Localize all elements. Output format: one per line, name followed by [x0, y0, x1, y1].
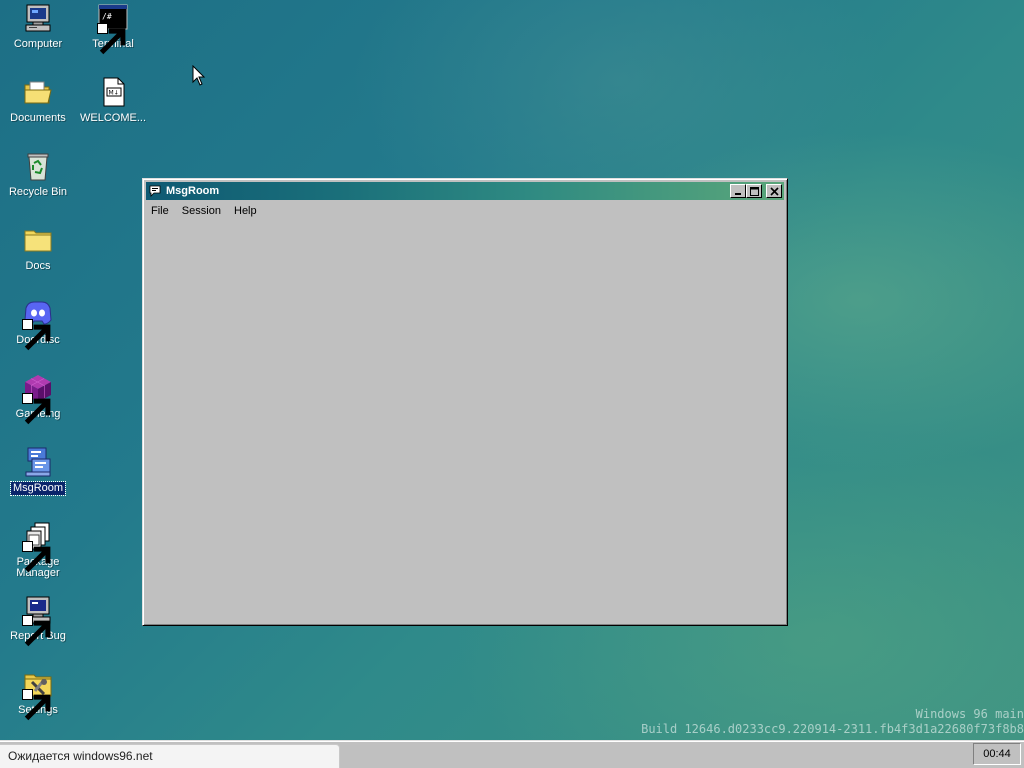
shortcut-arrow-icon — [22, 393, 51, 425]
shortcut-arrow-icon — [22, 689, 51, 721]
build-watermark: Windows 96 main Build 12646.d0233cc9.220… — [641, 707, 1024, 737]
mouse-cursor-icon — [192, 65, 206, 86]
watermark-line-1: Windows 96 main — [915, 707, 1024, 721]
chat-bubble-icon — [149, 185, 161, 197]
close-button[interactable] — [766, 184, 782, 198]
desktop-icon-doordisc[interactable]: Doordisc — [3, 298, 73, 351]
menu-file[interactable]: File — [146, 202, 174, 220]
msgroom-icon — [22, 446, 54, 478]
menu-bar: File Session Help — [146, 202, 784, 220]
window-title: MsgRoom — [166, 185, 220, 197]
desktop-icon-label: Documents — [10, 112, 66, 124]
desktop-icon-label: MsgRoom — [9, 481, 67, 496]
desktop-icon-label: WELCOME... — [80, 112, 147, 124]
shortcut-arrow-icon — [22, 541, 51, 573]
menu-session[interactable]: Session — [177, 202, 226, 220]
desktop-icon-msgroom[interactable]: MsgRoom — [3, 446, 73, 496]
msgroom-window[interactable]: MsgRoom File Session Help — [142, 178, 788, 626]
desktop-icon-terminal[interactable]: /# Terminal — [78, 2, 148, 55]
desktop-icon-report-bug[interactable]: Report Bug — [3, 594, 73, 647]
desktop-icon-settings[interactable]: Settings — [3, 668, 73, 721]
shortcut-arrow-icon — [22, 615, 51, 647]
desktop-icon-label: Computer — [13, 38, 63, 50]
shortcut-arrow-icon — [97, 23, 126, 55]
desktop-icon-package-manager[interactable]: Package Manager — [3, 520, 73, 580]
close-icon — [770, 187, 779, 196]
report-bug-icon — [22, 594, 54, 647]
markdown-file-icon: M↓ — [97, 76, 129, 108]
terminal-icon: /# — [97, 2, 129, 55]
svg-text:M↓: M↓ — [109, 90, 119, 97]
open-folder-icon — [22, 76, 54, 108]
desktop-icon-computer[interactable]: Computer — [3, 2, 73, 51]
desktop-icon-welcome[interactable]: M↓ WELCOME... — [78, 76, 148, 125]
taskbar-clock[interactable]: 00:44 — [973, 743, 1021, 765]
desktop-icon-recycle-bin[interactable]: Recycle Bin — [3, 150, 73, 199]
browser-status-popup: Ожидается windows96.net — [0, 744, 340, 768]
doordisc-icon — [22, 298, 54, 351]
folder-icon — [22, 224, 54, 256]
desktop-icon-label: Docs — [25, 260, 51, 272]
window-content-area — [146, 221, 784, 622]
maximize-button[interactable] — [746, 184, 762, 198]
shortcut-arrow-icon — [22, 319, 51, 351]
window-titlebar[interactable]: MsgRoom — [146, 182, 784, 200]
desktop-icon-label: Recycle Bin — [8, 186, 68, 198]
recycle-bin-icon — [22, 150, 54, 182]
package-manager-icon — [22, 520, 54, 573]
menu-help[interactable]: Help — [229, 202, 262, 220]
computer-icon — [22, 2, 54, 34]
minimize-button[interactable] — [730, 184, 746, 198]
settings-icon — [22, 668, 54, 721]
cube-icon — [22, 372, 54, 425]
svg-text:/#: /# — [102, 12, 112, 21]
desktop-icon-documents[interactable]: Documents — [3, 76, 73, 125]
watermark-line-2: Build 12646.d0233cc9.220914-2311.fb4f3d1… — [641, 722, 1024, 736]
desktop-icon-gameing[interactable]: Gameing — [3, 372, 73, 425]
minimize-icon — [735, 193, 741, 195]
maximize-icon — [750, 187, 759, 196]
desktop-icon-docs[interactable]: Docs — [3, 224, 73, 273]
